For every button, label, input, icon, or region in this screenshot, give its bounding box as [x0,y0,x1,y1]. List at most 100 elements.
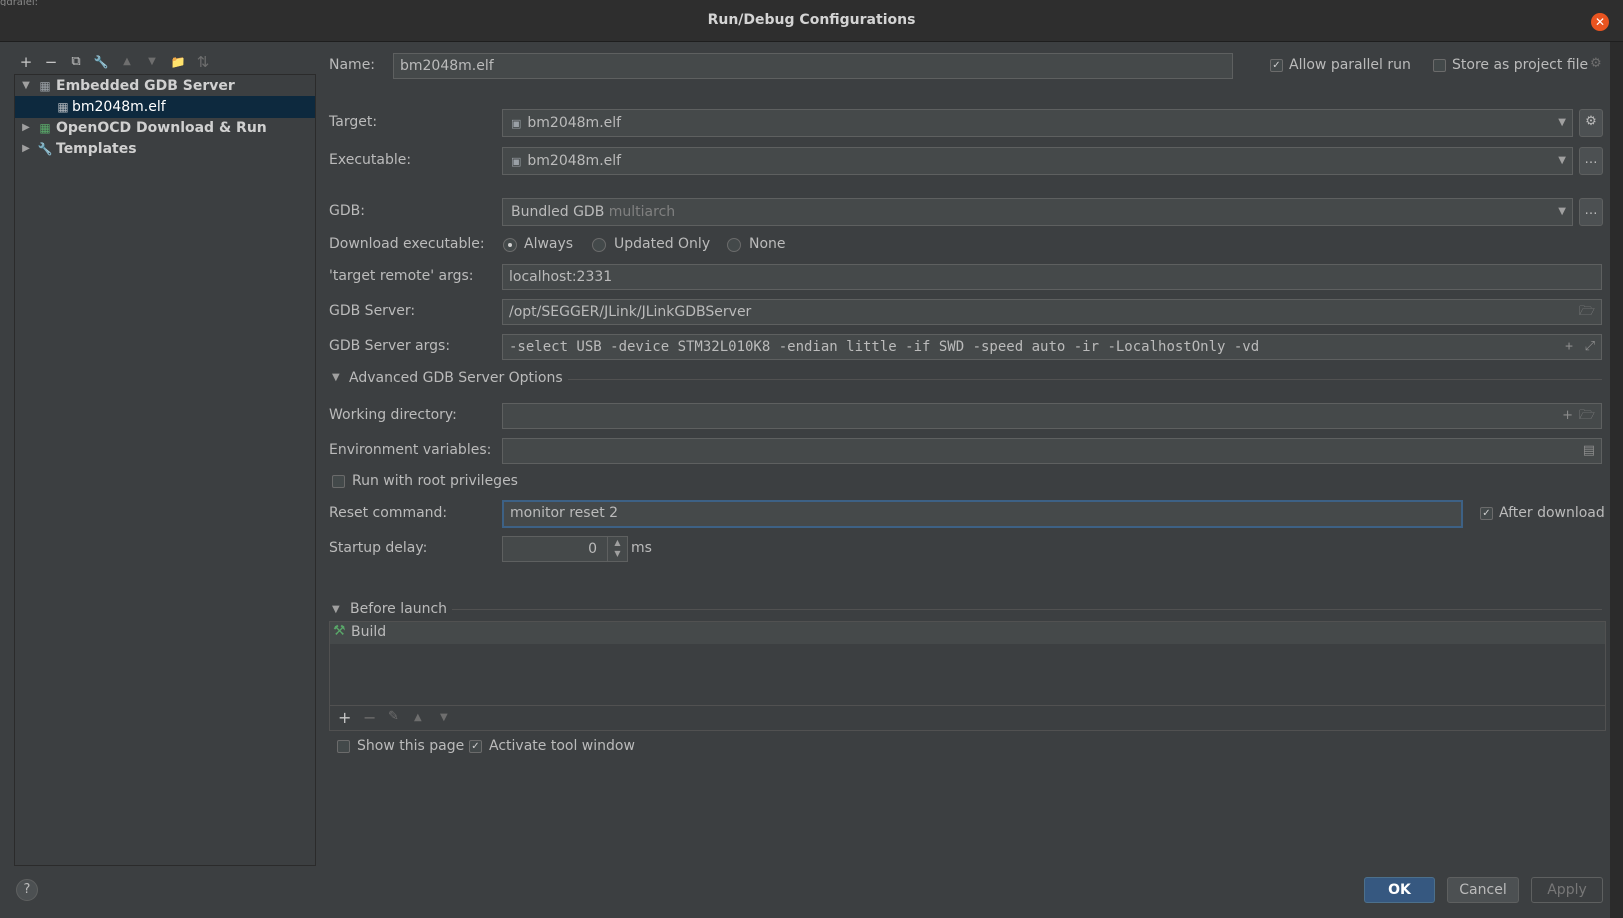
target-label: Target: [329,114,378,130]
tree-item-openocd[interactable]: ▶ ▦ OpenOCD Download & Run [15,117,315,139]
document-icon[interactable]: ▤ [1583,439,1595,463]
name-input[interactable]: bm2048m.elf [393,53,1233,79]
chevron-right-icon[interactable]: ▶ [19,138,33,160]
target-remote-input[interactable]: localhost:2331 [502,264,1602,290]
insert-macro-icon[interactable]: + [1562,404,1573,428]
target-remote-label: 'target remote' args: [329,268,474,284]
configuration-tree: ▼ ▦ Embedded GDB Server ▦ bm2048m.elf ▶ … [14,74,316,866]
list-item[interactable]: ⚒ Build [330,622,1605,644]
spinner-arrows-icon[interactable]: ▲ ▼ [607,537,627,561]
show-page-label: Show this page [357,738,465,754]
tree-item-label: bm2048m.elf [72,99,166,115]
download-always-label: Always [524,236,574,252]
tree-item-templates[interactable]: ▶ 🔧 Templates [15,138,315,160]
cancel-button[interactable]: Cancel [1447,877,1519,903]
store-project-checkbox[interactable] [1433,59,1446,72]
download-none-radio[interactable] [727,238,741,252]
apply-button[interactable]: Apply [1531,877,1603,903]
download-none-label: None [749,236,786,252]
chevron-down-icon[interactable]: ▼ [332,372,340,383]
chip-icon: ▦ [57,100,69,114]
close-icon[interactable]: ✕ [1591,13,1609,31]
tree-item-label: Templates [56,141,137,157]
add-task-icon[interactable]: + [338,708,351,727]
after-download-checkbox[interactable]: ✓ [1480,507,1493,520]
download-always-radio[interactable] [503,238,517,252]
chevron-down-icon[interactable]: ▼ [332,604,340,615]
ok-button[interactable]: OK [1364,877,1435,903]
tree-item-embedded-gdb-server[interactable]: ▼ ▦ Embedded GDB Server [15,75,315,97]
target-settings-button[interactable]: ⚙ [1579,109,1603,137]
startup-delay-label: Startup delay: [329,540,428,556]
gdb-server-args-label: GDB Server args: [329,338,451,354]
allow-parallel-checkbox[interactable]: ✓ [1270,59,1283,72]
insert-macro-icon[interactable]: + [1565,335,1573,359]
new-folder-icon[interactable]: 📁 [167,52,189,72]
working-directory-label: Working directory: [329,407,457,423]
background-window-text: gdraiel: [0,0,39,6]
move-down-icon[interactable]: ▼ [440,712,448,723]
gear-icon[interactable]: ⚙ [1590,56,1602,71]
root-privileges-checkbox[interactable] [332,475,345,488]
before-launch-list: ⚒ Build + − ✎ ▲ ▼ [329,621,1606,731]
chevron-right-icon[interactable]: ▶ [19,117,33,139]
edit-task-icon[interactable]: ✎ [388,709,399,724]
download-updated-radio[interactable] [592,238,606,252]
gear-icon: ⚙ [1585,114,1597,129]
target-select[interactable]: ▣ bm2048m.elf ▼ [502,109,1573,137]
list-item-label: Build [351,624,387,640]
gdb-select[interactable]: Bundled GDB multiarch ▼ [502,198,1573,226]
working-directory-input[interactable]: + 🗁 [502,403,1602,429]
edit-templates-icon[interactable]: 🔧 [90,52,112,72]
section-divider [568,379,1602,380]
folder-icon[interactable]: 🗁 [1579,300,1595,324]
expand-icon[interactable]: ⤢ [1585,335,1595,359]
gdb-server-args-value: -select USB -device STM32L010K8 -endian … [509,339,1260,355]
chevron-down-icon: ▼ [1558,117,1566,128]
gdb-server-value: /opt/SEGGER/JLink/JLinkGDBServer [509,304,752,320]
tree-item-label: OpenOCD Download & Run [56,120,267,136]
executable-label: Executable: [329,152,412,168]
environment-variables-input[interactable]: ▤ [502,438,1602,464]
gdb-browse-button[interactable]: … [1579,198,1603,226]
store-project-label: Store as project file [1452,57,1589,73]
executable-icon: ▣ [511,155,522,168]
gdb-server-input[interactable]: /opt/SEGGER/JLink/JLinkGDBServer 🗁 [502,299,1602,325]
target-value: bm2048m.elf [527,115,622,131]
gdb-value: Bundled GDB [511,204,605,220]
executable-browse-button[interactable]: … [1579,147,1603,175]
remove-task-icon[interactable]: − [363,708,376,727]
gdb-hint: multiarch [608,204,676,220]
help-button[interactable]: ? [16,879,38,901]
move-up-icon[interactable]: ▲ [116,52,138,72]
tree-item-label: Embedded GDB Server [56,78,235,94]
gdb-server-label: GDB Server: [329,303,416,319]
executable-select[interactable]: ▣ bm2048m.elf ▼ [502,147,1573,175]
reset-command-input[interactable]: monitor reset 2 [502,500,1463,528]
folder-icon[interactable]: 🗁 [1579,404,1595,428]
dialog-title: Run/Debug Configurations [707,12,916,28]
environment-variables-label: Environment variables: [329,442,492,458]
gdb-server-args-input[interactable]: -select USB -device STM32L010K8 -endian … [502,334,1602,360]
chevron-down-icon: ▼ [1558,155,1566,166]
show-page-checkbox[interactable] [337,740,350,753]
executable-icon: ▣ [511,117,522,130]
copy-configuration-icon[interactable]: ⧉ [65,52,87,72]
chip-icon: ▦ [39,79,51,93]
before-launch-toggle[interactable]: Before launch [350,601,447,617]
chevron-down-icon[interactable]: ▼ [19,75,33,97]
activate-tool-window-checkbox[interactable]: ✓ [469,740,482,753]
download-executable-label: Download executable: [329,236,485,252]
advanced-options-toggle[interactable]: Advanced GDB Server Options [349,370,563,386]
move-up-icon[interactable]: ▲ [414,712,422,723]
add-configuration-icon[interactable]: + [15,52,37,72]
hammer-icon: ⚒ [333,623,346,639]
window-edge [1610,42,1623,918]
sort-icon[interactable]: ⇅ [192,52,214,72]
tree-item-bm2048m-elf[interactable]: ▦ bm2048m.elf [15,96,315,118]
executable-value: bm2048m.elf [527,153,622,169]
move-down-icon[interactable]: ▼ [141,52,163,72]
activate-tool-window-label: Activate tool window [489,738,635,754]
remove-configuration-icon[interactable]: − [40,52,62,72]
download-updated-label: Updated Only [614,236,711,252]
